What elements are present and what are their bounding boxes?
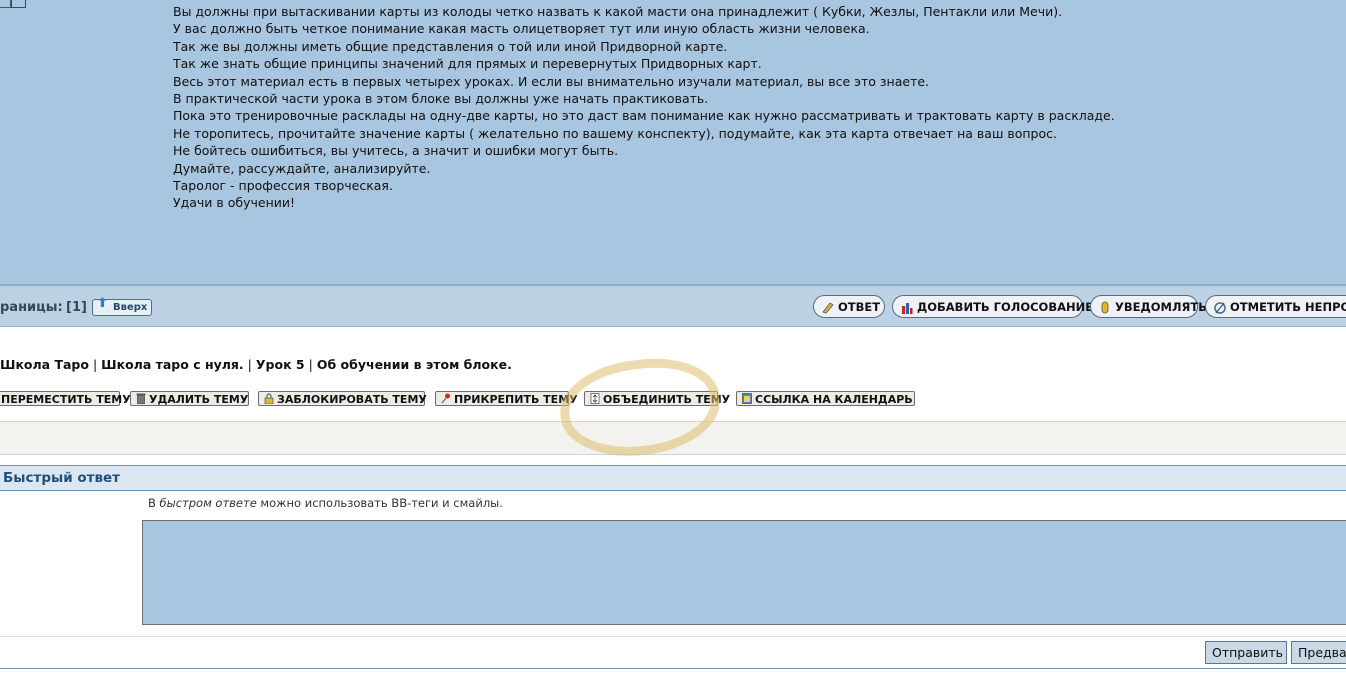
subscribe-button[interactable]: УВЕДОМЛЯТЬ [1090, 295, 1207, 318]
quick-reply-textarea[interactable] [142, 520, 1346, 625]
delete-topic-button[interactable]: УДАЛИТЬ ТЕМУ [130, 391, 249, 406]
mark-icon [1214, 302, 1226, 314]
divider [0, 636, 1346, 637]
lock-topic-button[interactable]: ЗАБЛОКИРОВАТЬ ТЕМУ [258, 391, 427, 406]
toolbar-spacer [0, 421, 1346, 455]
page-number[interactable]: [1] [66, 300, 87, 315]
post-line: Таролог - профессия творческая. [173, 178, 393, 194]
mark-unread-label: ОТМЕТИТЬ НЕПРОЧ [1230, 300, 1346, 314]
pagination-bar: раницы: [1] ⬆ Вверх ОТВЕТ ДОБАВИТЬ ГОЛОС… [0, 284, 1346, 327]
breadcrumb-item[interactable]: Урок 5 [256, 357, 305, 372]
post-text: Вы должны при вытаскивании карты из коло… [173, 3, 1115, 212]
check-icon[interactable]: ✓ [33, 0, 46, 5]
move-topic-label: ПЕРЕМЕСТИТЬ ТЕМУ [1, 393, 131, 406]
merge-topic-label: ОБЪЕДИНИТЬ ТЕМУ [603, 393, 731, 406]
edit-icon[interactable] [0, 0, 11, 8]
post-line: Так же знать общие принципы значений для… [173, 56, 762, 72]
post-line: Вы должны при вытаскивании карты из коло… [173, 4, 1063, 19]
subscribe-label: УВЕДОМЛЯТЬ [1115, 300, 1207, 314]
reply-icon [822, 302, 834, 314]
breadcrumb-current: Об обучении в этом блоке. [316, 357, 512, 372]
note-prefix: В [148, 496, 160, 510]
preview-button[interactable]: Предва [1291, 641, 1346, 664]
quick-reply-title: Быстрый ответ [3, 470, 120, 486]
scroll-top-label: Вверх [113, 302, 148, 313]
poll-icon [902, 303, 913, 314]
post-line: Не торопитесь, прочитайте значение карты… [173, 125, 1057, 141]
merge-topic-button[interactable]: ОБЪЕДИНИТЬ ТЕМУ [584, 391, 730, 406]
pin-topic-button[interactable]: ПРИКРЕПИТЬ ТЕМУ [435, 391, 578, 406]
post-line: Думайте, рассуждайте, анализируйте. [173, 160, 431, 176]
calendar-icon [742, 393, 752, 404]
post-line: Пока это тренировочные расклады на одну-… [173, 108, 1115, 124]
post-line: Удачи в обучении! [173, 195, 296, 211]
post-body: ✓ Вы должны при вытаскивании карты из ко… [0, 0, 1346, 284]
breadcrumb-item[interactable]: Школа Таро [0, 357, 89, 372]
note-suffix: можно использовать BB-теги и смайлы. [256, 496, 503, 510]
calendar-link-button[interactable]: ССЫЛКА НА КАЛЕНДАРЬ [736, 391, 915, 406]
post-line: У вас должно быть четкое понимание какая… [173, 21, 870, 37]
move-topic-button[interactable]: ПЕРЕМЕСТИТЬ ТЕМУ [0, 391, 131, 406]
quick-reply-note: В быстром ответе можно использовать BB-т… [148, 496, 503, 510]
footer-divider [0, 668, 1346, 669]
breadcrumb-separator: | [247, 357, 252, 372]
post-line: Так же вы должны иметь общие представлен… [173, 38, 728, 54]
breadcrumb-separator: | [92, 357, 98, 372]
lock-topic-label: ЗАБЛОКИРОВАТЬ ТЕМУ [277, 393, 427, 406]
arrow-up-icon: ⬆ [97, 296, 108, 311]
breadcrumb-item[interactable]: Школа таро с нуля. [101, 357, 244, 372]
post-line: Весь этот материал есть в первых четырех… [173, 73, 930, 89]
submit-button[interactable]: Отправить [1205, 641, 1287, 664]
mark-unread-button[interactable]: ОТМЕТИТЬ НЕПРОЧ [1205, 295, 1346, 318]
post-line: В практической части урока в этом блоке … [173, 91, 709, 107]
post-line: Не бойтесь ошибиться, вы учитесь, а знач… [173, 143, 619, 159]
quote-icon[interactable] [11, 0, 26, 8]
breadcrumb: Школа Таро | Школа таро с нуля. | Урок 5 | Об … [0, 357, 512, 372]
bell-icon [1101, 301, 1109, 314]
pin-topic-label: ПРИКРЕПИТЬ ТЕМУ [454, 393, 578, 406]
trash-icon [136, 393, 146, 404]
scroll-top-button[interactable]: ⬆ Вверх [92, 296, 153, 316]
delete-topic-label: УДАЛИТЬ ТЕМУ [149, 393, 249, 406]
add-poll-button[interactable]: ДОБАВИТЬ ГОЛОСОВАНИЕ [892, 295, 1093, 318]
pin-icon [441, 393, 450, 404]
lock-icon [264, 393, 274, 404]
note-emphasis: быстром ответе [159, 496, 257, 510]
reply-label: ОТВЕТ [838, 300, 881, 314]
calendar-link-label: ССЫЛКА НА КАЛЕНДАРЬ [755, 393, 913, 406]
pages-label: раницы: [0, 300, 63, 315]
reply-button[interactable]: ОТВЕТ [813, 295, 885, 318]
merge-icon [590, 393, 600, 404]
breadcrumb-separator: | [308, 357, 313, 372]
add-poll-label: ДОБАВИТЬ ГОЛОСОВАНИЕ [917, 300, 1094, 314]
quick-reply-header: Быстрый ответ [0, 465, 1346, 491]
